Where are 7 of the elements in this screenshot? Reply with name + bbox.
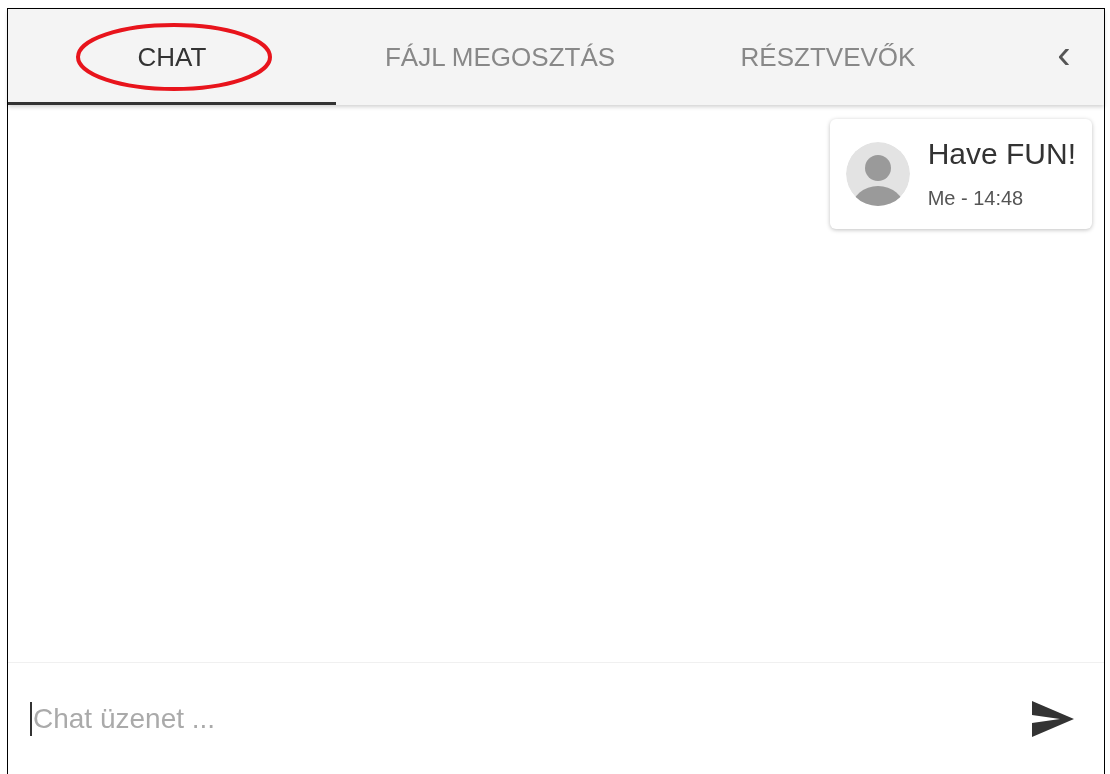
tab[interactable]: CHAT: [8, 9, 336, 105]
send-icon[interactable]: [1032, 700, 1074, 737]
avatar-icon: [845, 141, 910, 206]
message-input[interactable]: Chat üzenet ...: [30, 701, 1016, 736]
message-text: Have FUN!: [927, 136, 1076, 172]
collapse-button[interactable]: ‹: [1024, 9, 1104, 105]
message-meta: Me - 14:48: [927, 185, 1025, 211]
